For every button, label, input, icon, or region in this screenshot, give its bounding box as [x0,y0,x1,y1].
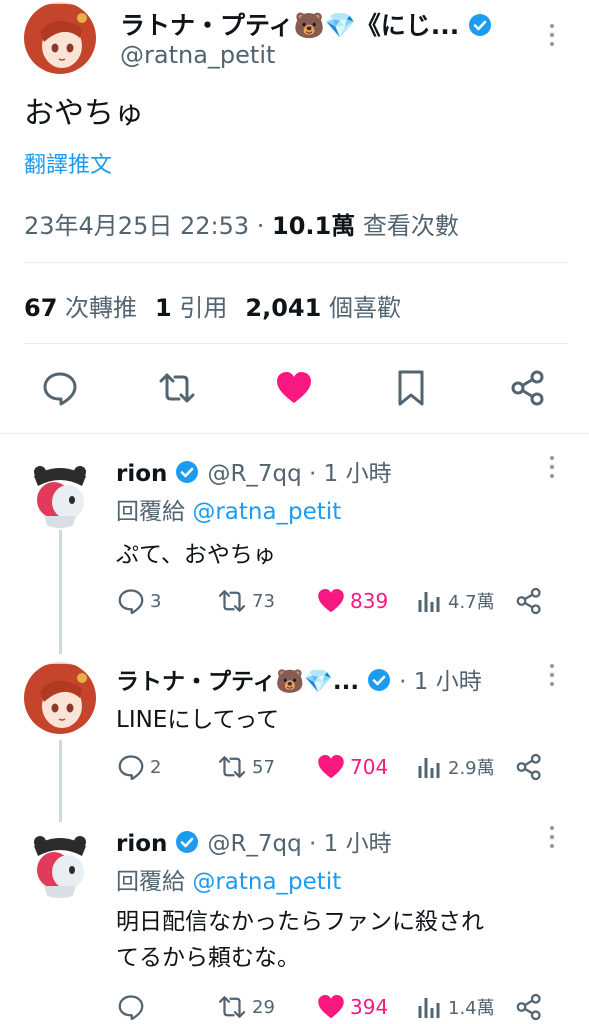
like-button[interactable]: 839 [316,586,388,616]
divider [24,262,567,263]
views-count: 4.7萬 [448,592,495,613]
like-count: 394 [350,995,389,1019]
reply-text-line: てるから頼むな。 [116,945,300,971]
views-icon [418,758,440,778]
tweet-stats: 67 次轉推 1 引用 2,041 個喜歡 [24,288,401,323]
reply-handle-time[interactable]: @R_7qq · 1 小時 [207,461,391,487]
reply-count: 3 [150,590,162,612]
retweet-count: 57 [252,756,275,778]
author-handle[interactable]: @ratna_petit [120,41,275,69]
reply-icon [118,755,144,781]
heart-icon[interactable] [274,368,314,408]
more-icon[interactable] [548,664,556,686]
heart-icon [318,995,344,1019]
share-icon[interactable] [514,586,544,616]
heart-icon [318,589,344,613]
reply-text: 明日配信なかったらファンに殺され てるから頼むな。 [116,904,484,976]
reply-avatar[interactable] [24,826,96,898]
retweet-button[interactable]: 73 [216,586,275,616]
retweet-icon[interactable] [157,368,197,408]
translate-link[interactable]: 翻譯推文 [24,147,112,179]
reply-action-bar: 2 57 704 2.9萬 [116,752,556,784]
reply-to-line: 回覆給 @ratna_petit [116,499,342,525]
bookmark-icon[interactable] [391,368,431,408]
reply-text: LINEにしてって [116,707,280,733]
tweet-meta: 23年4月25日 22:53 · 10.1萬 查看次數 [24,206,459,241]
verified-badge-icon [468,14,491,36]
reply-handle-time[interactable]: @R_7qq · 1 小時 [207,831,391,857]
more-icon[interactable] [548,456,556,478]
more-icon[interactable] [548,826,556,848]
tweet-datetime[interactable]: 23年4月25日 22:53 · [24,212,272,240]
retweet-icon [218,996,246,1018]
views-count: 1.4萬 [448,998,495,1019]
reply-button[interactable]: 2 [116,752,161,782]
share-icon[interactable] [514,752,544,782]
reply-text: ぷて、おやちゅ [116,542,276,568]
heart-icon [318,755,344,779]
likes-stat[interactable]: 2,041 個喜歡 [245,294,401,322]
reply-action-bar: 29 394 1.4萬 [116,992,556,1024]
retweets-stat[interactable]: 67 次轉推 [24,294,137,322]
retweet-button[interactable]: 57 [216,752,275,782]
reply-author-name[interactable]: ラトナ・プティ🐻💎... · 1 小時 [116,662,482,696]
author-name[interactable]: ラトナ・プティ🐻💎《にじ... [120,6,492,42]
more-icon[interactable] [548,24,556,46]
retweet-count: 73 [252,590,275,612]
like-button[interactable]: 394 [316,992,388,1022]
author-name-text[interactable]: ラトナ・プティ🐻💎《にじ... [120,11,459,40]
reply-to-link[interactable]: @ratna_petit [192,869,341,895]
reply-avatar[interactable] [24,662,96,734]
share-icon[interactable] [514,992,544,1022]
views-label: 查看次數 [355,212,459,240]
views-button[interactable]: 2.9萬 [416,752,495,782]
reply-handle-time[interactable]: · 1 小時 [399,669,482,695]
reply-text-line: 明日配信なかったらファンに殺され [116,909,484,935]
reply-count: 2 [150,756,162,778]
views-count: 10.1萬 [272,212,356,240]
views-icon [418,592,440,612]
reply-icon[interactable] [40,368,80,408]
views-count: 2.9萬 [448,758,495,779]
reply-button[interactable] [116,992,150,1022]
views-button[interactable]: 1.4萬 [416,992,495,1022]
retweet-icon [218,756,246,778]
like-button[interactable]: 704 [316,752,388,782]
like-count: 704 [350,755,389,779]
quotes-stat[interactable]: 1 引用 [155,294,227,322]
like-count: 839 [350,589,389,613]
retweet-icon [218,590,246,612]
thread-line [59,530,62,654]
retweet-count: 29 [252,996,275,1018]
verified-badge-icon [176,831,199,853]
divider [24,343,567,344]
reply-avatar[interactable] [24,456,96,528]
divider [0,433,589,434]
author-avatar[interactable] [24,2,96,74]
reply-icon [118,589,144,615]
reply-action-bar: 3 73 839 4.7萬 [116,586,556,618]
views-icon [418,998,440,1018]
retweet-button[interactable]: 29 [216,992,275,1022]
verified-badge-icon [176,461,199,483]
reply-author-name[interactable]: rion @R_7qq · 1 小時 [116,454,392,488]
reply-author-name[interactable]: rion @R_7qq · 1 小時 [116,824,392,858]
reply-to-link[interactable]: @ratna_petit [192,499,341,525]
tweet-text: おやちゅ [24,96,144,131]
reply-button[interactable]: 3 [116,586,161,616]
reply-icon [118,995,144,1021]
thread-line [59,740,62,822]
share-icon[interactable] [508,368,548,408]
reply-to-line: 回覆給 @ratna_petit [116,869,342,895]
verified-badge-icon [368,669,391,691]
views-button[interactable]: 4.7萬 [416,586,495,616]
